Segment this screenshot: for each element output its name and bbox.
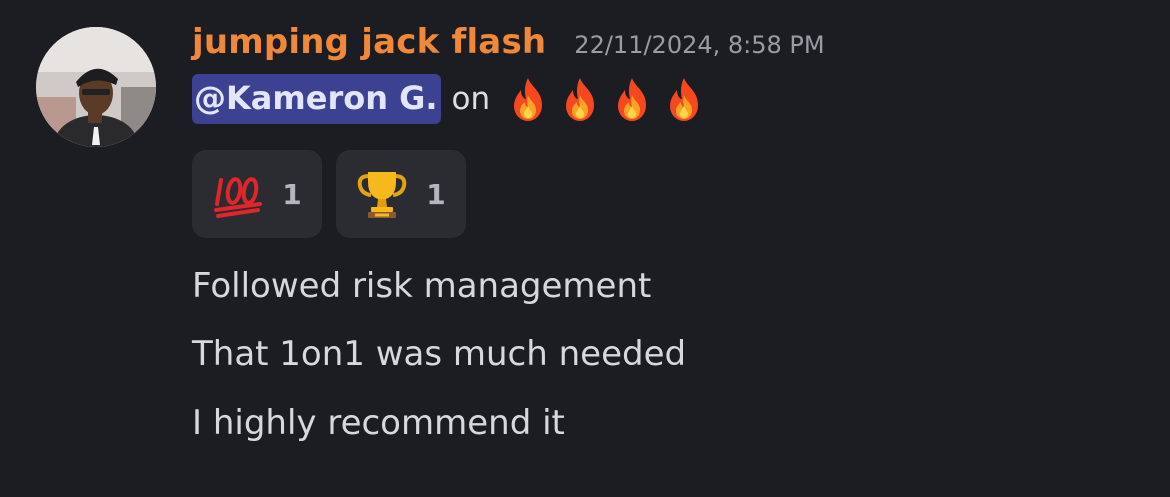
reaction-hundred-points[interactable]: 1 bbox=[192, 150, 322, 238]
fire-icon bbox=[514, 78, 543, 121]
message-first-line: @Kameron G. on bbox=[192, 73, 708, 125]
fire-icon bbox=[670, 78, 699, 121]
message-timestamp: 22/11/2024, 8:58 PM bbox=[574, 31, 825, 59]
reaction-count: 1 bbox=[282, 177, 302, 211]
mention-suffix: on bbox=[451, 81, 491, 117]
avatar-image bbox=[36, 27, 156, 147]
fire-icon bbox=[566, 78, 595, 121]
reaction-trophy[interactable]: 1 bbox=[336, 150, 466, 238]
avatar[interactable] bbox=[36, 27, 156, 147]
author-name[interactable]: jumping jack flash bbox=[192, 22, 546, 62]
message-header: jumping jack flash 22/11/2024, 8:58 PM bbox=[192, 22, 825, 68]
message-text-line: That 1on1 was much needed bbox=[192, 334, 687, 374]
chat-message: jumping jack flash 22/11/2024, 8:58 PM @… bbox=[0, 0, 1170, 497]
hundred-points-icon bbox=[212, 168, 264, 220]
inline-emoji-group bbox=[504, 75, 708, 123]
fire-icon bbox=[618, 78, 647, 121]
user-mention[interactable]: @Kameron G. bbox=[192, 74, 441, 124]
message-text-line: I highly recommend it bbox=[192, 403, 565, 443]
reaction-bar: 1 1 bbox=[192, 150, 466, 238]
reaction-count: 1 bbox=[426, 177, 446, 211]
message-text-line: Followed risk management bbox=[192, 266, 652, 306]
trophy-icon bbox=[356, 168, 408, 220]
